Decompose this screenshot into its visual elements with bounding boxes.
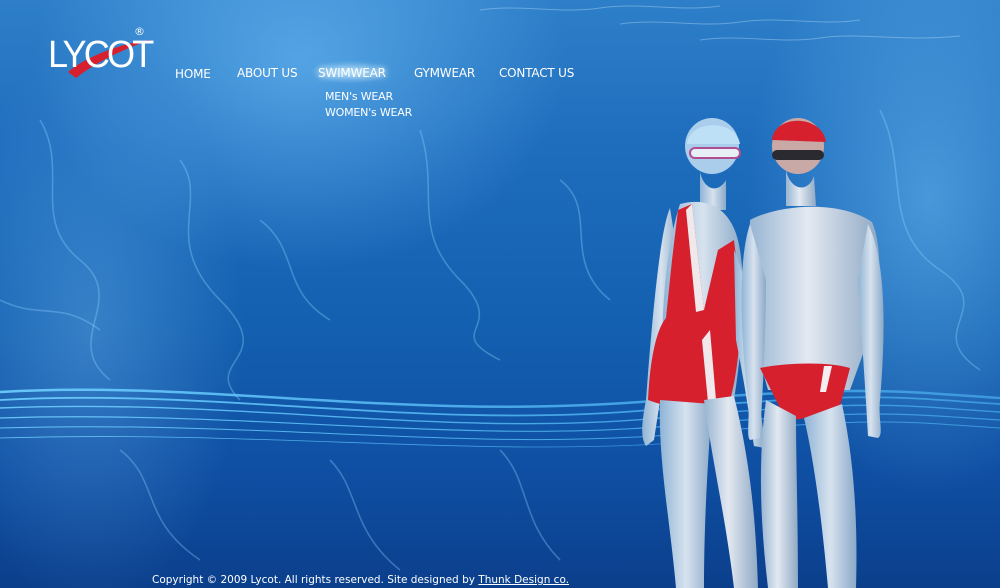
nav-about-us[interactable]: ABOUT US xyxy=(237,66,298,80)
man-figure xyxy=(741,118,884,588)
nav-gymwear[interactable]: GYMWEAR xyxy=(414,66,475,80)
nav-home[interactable]: HOME xyxy=(175,67,211,81)
submenu-womens-wear[interactable]: WOMEN's WEAR xyxy=(325,105,412,121)
designer-link[interactable]: Thunk Design co. xyxy=(478,574,569,586)
submenu-mens-wear[interactable]: MEN's WEAR xyxy=(325,89,412,105)
page-background: LYCOT ® HOME ABOUT US SWIMWEAR GYMWEAR C… xyxy=(0,0,1000,588)
nav-contact-us[interactable]: CONTACT US xyxy=(499,66,574,80)
footer: Copyright © 2009 Lycot. All rights reser… xyxy=(152,574,569,586)
nav-swimwear[interactable]: SWIMWEAR xyxy=(318,66,386,80)
swimwear-submenu: MEN's WEAR WOMEN's WEAR xyxy=(325,89,412,121)
main-navigation: HOME ABOUT US SWIMWEAR GYMWEAR CONTACT U… xyxy=(0,0,1000,119)
swimmers-photo xyxy=(642,118,884,588)
copyright-text: Copyright © 2009 Lycot. All rights reser… xyxy=(152,574,475,586)
